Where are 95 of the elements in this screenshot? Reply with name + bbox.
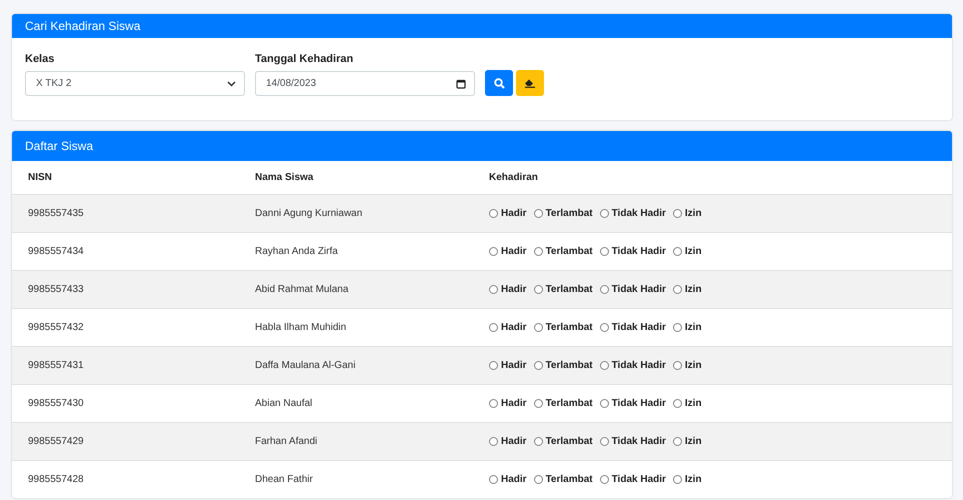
radio-button[interactable] [534, 247, 543, 256]
radio-button[interactable] [600, 437, 609, 446]
radio-button[interactable] [600, 247, 609, 256]
radio-label[interactable]: Izin [684, 436, 702, 447]
radio-label[interactable]: Terlambat [546, 322, 593, 333]
radio-button[interactable] [672, 399, 682, 408]
nisn-cell-text: 9985557432 [28, 322, 85, 333]
radio-button[interactable] [534, 285, 543, 294]
radio-label[interactable]: Izin [684, 360, 702, 371]
nisn-cell-text: 9985557435 [28, 208, 85, 219]
radio-label[interactable]: Hadir [501, 436, 527, 447]
nisn-cell-text: 9985557430 [28, 398, 85, 409]
radio-button[interactable] [534, 399, 543, 408]
nisn-cell-text: 9985557433 [28, 284, 85, 295]
radio-label[interactable]: Terlambat [546, 474, 593, 485]
radio-label[interactable]: Tidak Hadir [612, 246, 666, 257]
radio-label[interactable]: Hadir [501, 360, 527, 371]
column-header: Nama Siswa [255, 172, 314, 183]
radio-button[interactable] [600, 361, 609, 370]
column-header: Kehadiran [489, 172, 539, 183]
date-field[interactable]: 14/08/2023 [255, 71, 475, 96]
column-header: NISN [28, 172, 53, 183]
radio-button[interactable] [489, 247, 498, 256]
radio-button[interactable] [600, 209, 609, 218]
name-cell-text: Abid Rahmat Mulana [255, 284, 350, 295]
radio-label[interactable]: Hadir [501, 246, 527, 257]
field-label: Tanggal Kehadiran [255, 53, 354, 65]
radio-label[interactable]: Izin [684, 474, 702, 485]
class-select[interactable]: X TKJ 2 [25, 71, 245, 96]
radio-button[interactable] [600, 323, 609, 332]
radio-button[interactable] [489, 475, 498, 484]
radio-button[interactable] [600, 475, 609, 484]
radio-button[interactable] [489, 285, 498, 294]
name-cell-text: Dhean Fathir [255, 474, 314, 485]
reset-button[interactable] [516, 70, 544, 96]
radio-button[interactable] [672, 209, 682, 218]
radio-button[interactable] [600, 285, 609, 294]
radio-button[interactable] [534, 475, 543, 484]
radio-button[interactable] [489, 323, 498, 332]
nisn-cell-text: 9985557429 [28, 436, 85, 447]
name-cell-text: Habla Ilham Muhidin [255, 322, 348, 333]
name-cell-text: Daffa Maulana Al-Gani [255, 360, 356, 371]
eraser-icon [524, 78, 536, 88]
name-cell-text: Farhan Afandi [255, 436, 318, 447]
radio-button[interactable] [672, 475, 682, 484]
radio-button[interactable] [672, 437, 682, 446]
radio-button[interactable] [489, 437, 498, 446]
radio-label[interactable]: Hadir [501, 284, 527, 295]
radio-label[interactable]: Hadir [501, 474, 527, 485]
card-title: Daftar Siswa [25, 139, 94, 153]
radio-label[interactable]: Tidak Hadir [612, 436, 666, 447]
field-label: Kelas [25, 53, 56, 65]
radio-button[interactable] [672, 361, 682, 370]
radio-button[interactable] [489, 361, 498, 370]
search-icon [494, 78, 504, 88]
radio-button[interactable] [489, 399, 498, 408]
radio-label[interactable]: Terlambat [546, 398, 593, 409]
radio-label[interactable]: Hadir [501, 322, 527, 333]
radio-button[interactable] [672, 247, 682, 256]
radio-label[interactable]: Terlambat [546, 208, 593, 219]
radio-button[interactable] [672, 285, 682, 294]
radio-label[interactable]: Izin [684, 246, 702, 257]
radio-button[interactable] [600, 399, 609, 408]
radio-label[interactable]: Terlambat [546, 360, 593, 371]
radio-label[interactable]: Izin [684, 208, 702, 219]
nisn-cell-text: 9985557434 [28, 246, 85, 257]
radio-button[interactable] [534, 361, 543, 370]
radio-label[interactable]: Terlambat [546, 246, 593, 257]
calendar-icon [456, 78, 466, 88]
radio-label[interactable]: Tidak Hadir [612, 284, 666, 295]
radio-label[interactable]: Tidak Hadir [612, 474, 666, 485]
nisn-cell-text: 9985557431 [28, 360, 85, 371]
radio-label[interactable]: Izin [684, 398, 702, 409]
name-cell-text: Rayhan Anda Zirfa [255, 246, 339, 257]
radio-label[interactable]: Terlambat [546, 284, 593, 295]
card-title: Cari Kehadiran Siswa [25, 19, 140, 33]
radio-label[interactable]: Izin [684, 322, 702, 333]
radio-label[interactable]: Izin [684, 284, 702, 295]
radio-button[interactable] [534, 209, 543, 218]
radio-button[interactable] [672, 323, 682, 332]
nisn-cell-text: 9985557428 [28, 474, 85, 485]
radio-label[interactable]: Terlambat [546, 436, 593, 447]
radio-button[interactable] [534, 323, 543, 332]
radio-label[interactable]: Tidak Hadir [612, 360, 666, 371]
radio-button[interactable] [534, 437, 543, 446]
radio-label[interactable]: Tidak Hadir [612, 208, 666, 219]
name-cell-text: Danni Agung Kurniawan [255, 208, 364, 219]
radio-label[interactable]: Tidak Hadir [612, 322, 666, 333]
radio-label[interactable]: Hadir [501, 398, 527, 409]
radio-label[interactable]: Tidak Hadir [612, 398, 666, 409]
chevron-icon [227, 80, 236, 86]
name-cell-text: Abian Naufal [255, 398, 314, 409]
search-button[interactable] [485, 70, 513, 96]
radio-button[interactable] [489, 209, 498, 218]
radio-label[interactable]: Hadir [501, 208, 527, 219]
